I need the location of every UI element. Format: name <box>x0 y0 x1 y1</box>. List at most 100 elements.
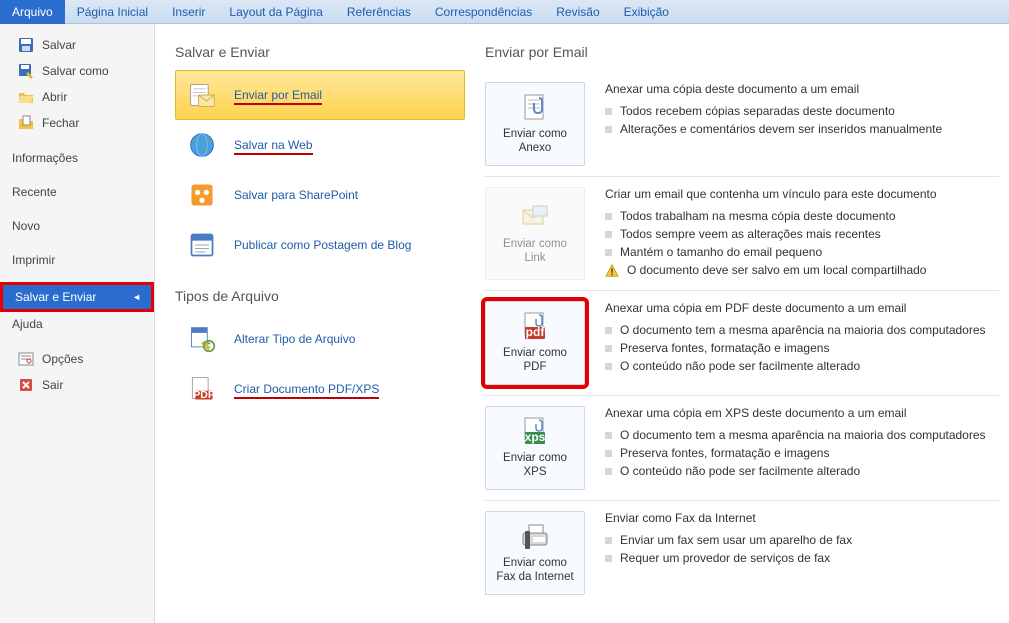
send-option-row: Enviar como Link Criar um email que conte… <box>485 176 999 290</box>
savesend-label: Enviar por Email <box>234 88 322 102</box>
ribbon-tabs: ArquivoPágina InicialInserirLayout da Pá… <box>0 0 1009 24</box>
save-send-column: Salvar e Enviar Enviar por Email Salvar na… <box>155 24 475 623</box>
send-button-enviar-como-link: Enviar como Link <box>485 187 585 280</box>
desc-bullet: O conteúdo não pode ser facilmente alter… <box>605 357 999 375</box>
options-icon <box>18 351 34 367</box>
desc-title: Anexar uma cópia em XPS deste documento … <box>605 406 999 420</box>
bullet-square-icon <box>605 327 612 334</box>
savesend-salvar-na-web[interactable]: Salvar na Web <box>175 120 465 170</box>
desc-bullet: O documento tem a mesma aparência na mai… <box>605 426 999 444</box>
send-email-heading: Enviar por Email <box>485 44 999 60</box>
leftnav-opções[interactable]: Opções <box>0 346 154 372</box>
attach-icon <box>519 92 551 124</box>
leftnav-section-label: Ajuda <box>12 317 43 331</box>
leftnav-section-label: Novo <box>12 219 40 233</box>
desc-bullet: Preserva fontes, formatação e imagens <box>605 444 999 462</box>
leftnav-salvar[interactable]: Salvar <box>0 32 154 58</box>
xps-icon: xps <box>519 416 551 448</box>
desc-bullet: Enviar um fax sem usar um aparelho de fa… <box>605 531 999 549</box>
exit-icon <box>18 377 34 393</box>
pdf-icon: pdf <box>519 311 551 343</box>
leftnav-label: Fechar <box>42 116 79 130</box>
savesend-label: Publicar como Postagem de Blog <box>234 238 411 252</box>
leftnav-label: Sair <box>42 378 63 392</box>
file-types-heading: Tipos de Arquivo <box>175 288 465 304</box>
send-option-desc: Criar um email que contenha um vínculo p… <box>605 187 999 280</box>
ribbon-tab-revisão[interactable]: Revisão <box>544 0 611 24</box>
leftnav-section-informações[interactable]: Informações <box>0 146 154 170</box>
blog-icon <box>188 231 216 259</box>
send-option-desc: Anexar uma cópia deste documento a um em… <box>605 82 999 166</box>
bullet-square-icon <box>605 126 612 133</box>
leftnav-section-ajuda[interactable]: Ajuda <box>0 312 154 336</box>
highlight-box-leftnav: Salvar e Enviar◄ <box>0 282 154 312</box>
leftnav-label: Abrir <box>42 90 67 104</box>
link-icon <box>519 202 551 234</box>
ribbon-tab-referências[interactable]: Referências <box>335 0 423 24</box>
leftnav-section-imprimir[interactable]: Imprimir <box>0 248 154 272</box>
desc-title: Anexar uma cópia em PDF deste documento … <box>605 301 999 315</box>
filetype-alterar-tipo-de-arquivo[interactable]: Alterar Tipo de Arquivo <box>175 314 465 364</box>
changetype-icon <box>188 325 216 353</box>
backstage-leftnav: Salvar Salvar como Abrir Fechar Informações R… <box>0 24 155 623</box>
savesend-label: Salvar para SharePoint <box>234 188 358 202</box>
desc-bullet: Todos trabalham na mesma cópia deste doc… <box>605 207 999 225</box>
ribbon-tab-correspondências[interactable]: Correspondências <box>423 0 544 24</box>
pdfxps-icon: PDF <box>188 375 216 403</box>
svg-text:PDF: PDF <box>193 389 215 401</box>
leftnav-fechar[interactable]: Fechar <box>0 110 154 136</box>
send-button-enviar-como-pdf[interactable]: pdf Enviar como PDF <box>485 301 585 385</box>
sharepoint-icon <box>188 181 216 209</box>
filetype-label: Alterar Tipo de Arquivo <box>234 332 355 346</box>
desc-bullet: Alterações e comentários devem ser inser… <box>605 120 999 138</box>
desc-title: Anexar uma cópia deste documento a um em… <box>605 82 999 96</box>
savesend-label: Salvar na Web <box>234 138 313 152</box>
leftnav-section-label: Informações <box>12 151 78 165</box>
ribbon-tab-layout-da-página[interactable]: Layout da Página <box>217 0 334 24</box>
desc-bullet: Todos sempre veem as alterações mais rec… <box>605 225 999 243</box>
leftnav-sair[interactable]: Sair <box>0 372 154 398</box>
send-option-row: pdf Enviar como PDF Anexar uma cópia em PD… <box>485 290 999 395</box>
bullet-square-icon <box>605 450 612 457</box>
leftnav-label: Salvar como <box>42 64 109 78</box>
savesend-enviar-por-email[interactable]: Enviar por Email <box>175 70 465 120</box>
leftnav-label: Salvar <box>42 38 76 52</box>
savesend-salvar-para-sharepoint[interactable]: Salvar para SharePoint <box>175 170 465 220</box>
leftnav-abrir[interactable]: Abrir <box>0 84 154 110</box>
ribbon-tab-arquivo[interactable]: Arquivo <box>0 0 65 24</box>
send-option-row: Enviar como Fax da InternetEnviar como F… <box>485 500 999 605</box>
bullet-square-icon <box>605 231 612 238</box>
send-button-label: Enviar como PDF <box>492 347 578 375</box>
savesend-publicar-como-postagem-de-blog[interactable]: Publicar como Postagem de Blog <box>175 220 465 270</box>
send-option-desc: Enviar como Fax da InternetEnviar um fax… <box>605 511 999 595</box>
send-button-enviar-como-fax-da-internet[interactable]: Enviar como Fax da Internet <box>485 511 585 595</box>
desc-title: Criar um email que contenha um vínculo p… <box>605 187 999 201</box>
send-button-label: Enviar como Link <box>492 238 578 266</box>
bullet-square-icon <box>605 249 612 256</box>
ribbon-tab-exibição[interactable]: Exibição <box>612 0 681 24</box>
leftnav-section-label: Recente <box>12 185 57 199</box>
send-option-row: xpsEnviar como XPS Anexar uma cópia em XP… <box>485 395 999 500</box>
bullet-square-icon <box>605 555 612 562</box>
ribbon-tab-inserir[interactable]: Inserir <box>160 0 217 24</box>
bullet-square-icon <box>605 537 612 544</box>
warn-icon <box>605 264 619 278</box>
desc-bullet: Requer um provedor de serviços de fax <box>605 549 999 567</box>
bullet-square-icon <box>605 363 612 370</box>
leftnav-salvar-como[interactable]: Salvar como <box>0 58 154 84</box>
desc-bullet: O documento tem a mesma aparência na mai… <box>605 321 999 339</box>
leftnav-section-recente[interactable]: Recente <box>0 180 154 204</box>
leftnav-section-novo[interactable]: Novo <box>0 214 154 238</box>
leftnav-section-salvar-e-enviar[interactable]: Salvar e Enviar◄ <box>3 285 151 309</box>
save-send-heading: Salvar e Enviar <box>175 44 465 60</box>
globe-icon <box>188 131 216 159</box>
send-option-row: Enviar como Anexo Anexar uma cópia deste … <box>485 72 999 176</box>
save-icon <box>18 37 34 53</box>
desc-bullet: O conteúdo não pode ser facilmente alter… <box>605 462 999 480</box>
send-button-enviar-como-anexo[interactable]: Enviar como Anexo <box>485 82 585 166</box>
email-icon <box>188 81 216 109</box>
filetype-criar-documento-pdf-xps[interactable]: PDFCriar Documento PDF/XPS <box>175 364 465 414</box>
send-button-enviar-como-xps[interactable]: xpsEnviar como XPS <box>485 406 585 490</box>
send-option-desc: Anexar uma cópia em PDF deste documento … <box>605 301 999 385</box>
ribbon-tab-página-inicial[interactable]: Página Inicial <box>65 0 160 24</box>
